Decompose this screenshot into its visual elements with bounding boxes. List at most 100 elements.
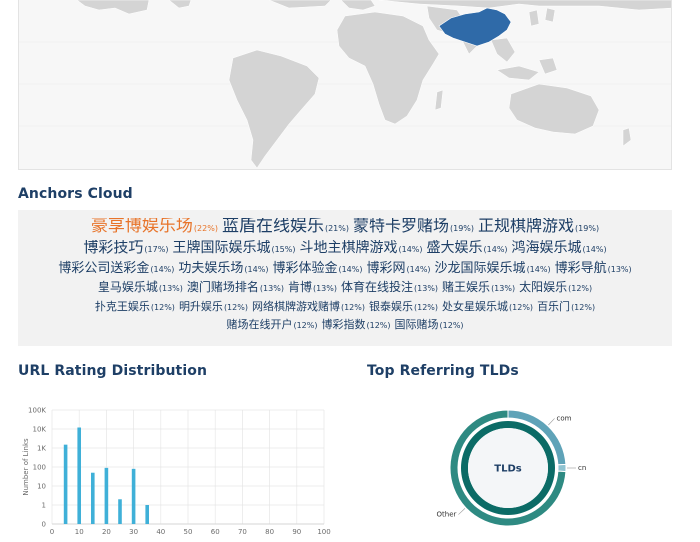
anchor-link[interactable]: 赌王娱乐(13%)	[442, 281, 515, 293]
anchor-percent: (13%)	[158, 284, 183, 293]
anchor-text: 蒙特卡罗赌场	[352, 218, 449, 235]
anchor-percent: (19%)	[575, 224, 600, 233]
world-map-panel	[18, 0, 672, 170]
world-map	[19, 0, 671, 169]
anchor-text: 国际赌场	[394, 318, 439, 331]
anchor-link[interactable]: 银泰娱乐(12%)	[369, 301, 438, 312]
anchor-percent: (14%)	[483, 245, 508, 254]
y-tick-label: 10	[37, 483, 46, 491]
anchor-link[interactable]: 王牌国际娱乐城(15%)	[172, 241, 295, 255]
anchor-percent: (12%)	[414, 303, 439, 312]
anchor-percent: (12%)	[340, 303, 365, 312]
anchor-link[interactable]: 体育在线投注(13%)	[341, 281, 438, 293]
anchor-percent: (15%)	[271, 245, 296, 254]
anchor-link[interactable]: 博彩指数(12%)	[321, 319, 390, 330]
anchor-percent: (13%)	[259, 284, 284, 293]
anchor-link[interactable]: 网络棋牌游戏赌博(12%)	[252, 301, 365, 312]
x-tick-label: 70	[238, 528, 247, 536]
anchor-text: 明升娱乐	[178, 300, 223, 313]
anchor-percent: (14%)	[398, 245, 423, 254]
anchor-link[interactable]: 斗地主棋牌游戏(14%)	[299, 241, 422, 255]
anchor-link[interactable]: 豪享博娱乐场(22%)	[91, 218, 218, 235]
rating-bar	[77, 427, 81, 524]
anchor-text: 皇马娱乐城	[97, 280, 158, 294]
anchor-text: 功夫娱乐场	[178, 261, 244, 276]
tld-slice	[557, 463, 567, 473]
y-tick-label: 1K	[37, 445, 46, 453]
anchor-link[interactable]: 太阳娱乐(12%)	[519, 281, 592, 293]
anchors-cloud: 豪享博娱乐场(22%) 蓝盾在线娱乐(21%) 蒙特卡罗赌场(19%) 正规棋牌游戏(…	[18, 210, 672, 346]
anchor-text: 鸿海娱乐城	[511, 240, 582, 256]
anchor-text: 博彩技巧	[83, 240, 144, 256]
anchor-link[interactable]: 明升娱乐(12%)	[179, 301, 248, 312]
x-tick-label: 50	[184, 528, 193, 536]
anchor-link[interactable]: 鸿海娱乐城(14%)	[512, 241, 607, 255]
anchor-text: 澳门赌场排名	[186, 280, 259, 294]
anchor-percent: (13%)	[491, 284, 516, 293]
anchor-link[interactable]: 皇马娱乐城(13%)	[98, 281, 183, 293]
anchor-link[interactable]: 处女星娱乐城(12%)	[442, 301, 533, 312]
anchor-percent: (13%)	[312, 284, 337, 293]
x-tick-label: 100	[317, 528, 330, 536]
x-tick-label: 0	[50, 528, 54, 536]
tld-slice-label: Other	[437, 511, 457, 519]
anchor-percent: (14%)	[526, 265, 551, 274]
anchor-row: 皇马娱乐城(13%) 澳门赌场排名(13%) 肯博(13%) 体育在线投注(13%) 赌…	[24, 279, 666, 298]
anchor-percent: (13%)	[414, 284, 439, 293]
anchor-text: 太阳娱乐	[519, 280, 568, 294]
anchor-text: 肯博	[287, 280, 312, 294]
anchor-link[interactable]: 正规棋牌游戏(19%)	[478, 218, 599, 234]
rating-bar	[131, 468, 136, 524]
anchor-text: 博彩公司送彩金	[58, 261, 150, 276]
anchor-link[interactable]: 蓝盾在线娱乐(21%)	[222, 218, 349, 235]
anchor-link[interactable]: 赌场在线开户(12%)	[226, 319, 317, 330]
anchor-link[interactable]: 扑克王娱乐(12%)	[95, 301, 175, 312]
anchor-link[interactable]: 功夫娱乐场(14%)	[178, 262, 268, 275]
anchor-link[interactable]: 博彩体验金(14%)	[272, 262, 362, 275]
anchor-text: 处女星娱乐城	[442, 300, 509, 313]
anchor-percent: (12%)	[293, 321, 318, 330]
tld-leader-line	[548, 418, 555, 426]
rating-bar	[118, 499, 122, 524]
x-tick-label: 20	[102, 528, 111, 536]
anchor-link[interactable]: 盛大娱乐(14%)	[427, 241, 508, 255]
anchor-text: 博彩网	[366, 261, 406, 276]
rating-bar	[91, 472, 95, 524]
anchor-row: 赌场在线开户(12%) 博彩指数(12%) 国际赌场(12%)	[24, 316, 666, 334]
anchor-link[interactable]: 博彩技巧(17%)	[83, 240, 168, 255]
tld-slice-label: com	[557, 414, 572, 422]
anchor-text: 扑克王娱乐	[94, 300, 150, 313]
anchor-percent: (12%)	[223, 303, 248, 312]
y-tick-label: 100K	[28, 407, 46, 415]
y-tick-label: 10K	[33, 426, 47, 434]
url-rating-title: URL Rating Distribution	[18, 363, 208, 379]
tlds-title: Top Referring TLDs	[367, 363, 519, 379]
tld-slice-label: cn	[578, 464, 586, 472]
anchor-link[interactable]: 肯博(13%)	[288, 281, 337, 293]
anchors-cloud-title: Anchors Cloud	[18, 186, 133, 202]
x-tick-label: 10	[75, 528, 84, 536]
anchor-percent: (21%)	[324, 224, 349, 233]
tlds-donut-svg: TLDs com cn Other	[437, 409, 586, 527]
anchor-link[interactable]: 博彩网(14%)	[367, 262, 431, 275]
rating-bar	[63, 444, 68, 524]
anchor-percent: (22%)	[193, 224, 218, 233]
anchor-percent: (17%)	[144, 245, 169, 254]
anchor-percent: (12%)	[150, 303, 175, 312]
anchor-percent: (12%)	[439, 321, 464, 330]
anchor-link[interactable]: 百乐门(12%)	[537, 301, 595, 312]
y-axis-label: Number of Links	[22, 438, 30, 496]
anchor-percent: (13%)	[607, 265, 632, 274]
anchor-text: 体育在线投注	[341, 280, 414, 294]
anchor-link[interactable]: 沙龙国际娱乐城(14%)	[435, 262, 551, 275]
anchor-link[interactable]: 博彩导航(13%)	[555, 262, 632, 275]
anchor-link[interactable]: 国际赌场(12%)	[395, 319, 464, 330]
y-tick-label: 0	[42, 521, 46, 529]
anchor-link[interactable]: 博彩公司送彩金(14%)	[58, 262, 174, 275]
anchor-text: 正规棋牌游戏	[478, 218, 575, 235]
anchor-link[interactable]: 澳门赌场排名(13%)	[187, 281, 284, 293]
anchor-text: 博彩导航	[554, 261, 607, 276]
anchor-link[interactable]: 蒙特卡罗赌场(19%)	[353, 218, 474, 234]
anchor-text: 豪享博娱乐场	[90, 218, 193, 236]
x-tick-label: 80	[265, 528, 274, 536]
